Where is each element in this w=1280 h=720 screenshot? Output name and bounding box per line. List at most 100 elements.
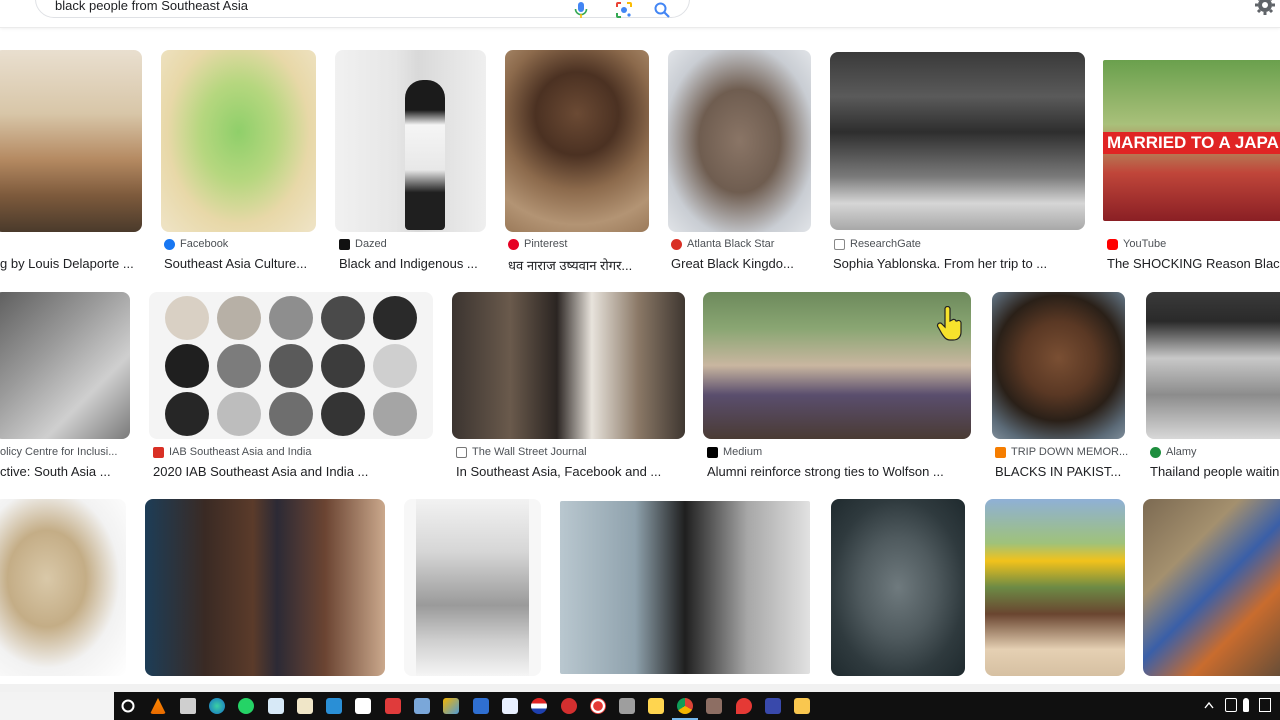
flag-icon[interactable] [531, 698, 547, 714]
result-title[interactable]: धव नाराज उष्यवान रोगर... [508, 256, 653, 274]
result-source[interactable]: Atlanta Black Star [671, 238, 774, 250]
result-title[interactable]: In Southeast Asia, Facebook and ... [456, 464, 686, 479]
hand-cursor-icon [936, 306, 962, 341]
image-result-thumbnail[interactable] [0, 50, 142, 232]
facebook-icon [164, 238, 175, 250]
result-source[interactable]: Facebook [164, 238, 228, 250]
remote-desktop-icon[interactable] [473, 698, 489, 714]
headshot-grid [165, 294, 421, 439]
image-result-thumbnail[interactable]: MARRIED TO A JAPANESE [1103, 60, 1280, 221]
result-title[interactable]: Southeast Asia Culture... [164, 256, 319, 271]
whatsapp-icon[interactable] [238, 698, 254, 714]
result-source[interactable]: Dazed [339, 238, 387, 250]
image-result-thumbnail[interactable] [1146, 292, 1280, 439]
result-title[interactable]: ctive: South Asia ... [0, 464, 125, 479]
record-icon[interactable] [561, 698, 577, 714]
result-source[interactable]: TRIP DOWN MEMOR... [995, 446, 1128, 458]
result-source[interactable]: ResearchGate [834, 238, 921, 250]
image-result-thumbnail[interactable] [668, 50, 811, 232]
result-source[interactable]: YouTube [1107, 238, 1166, 250]
image-result-thumbnail[interactable] [985, 499, 1125, 676]
app-icon[interactable] [736, 698, 752, 714]
image-result-thumbnail[interactable] [404, 499, 541, 676]
image-result-thumbnail[interactable] [831, 499, 965, 676]
image-result-thumbnail[interactable] [0, 499, 126, 676]
portrait-image [560, 501, 810, 674]
portrait-image [145, 499, 385, 676]
result-title[interactable]: Thailand people waitin [1150, 464, 1280, 479]
file-icon[interactable] [355, 698, 371, 714]
result-title[interactable]: Sophia Yablonska. From her trip to ... [833, 256, 1073, 271]
taskbar-search-box[interactable] [0, 692, 114, 720]
image-result-thumbnail[interactable] [703, 292, 971, 439]
image-result-thumbnail[interactable] [0, 292, 130, 439]
image-result-thumbnail[interactable] [452, 292, 685, 439]
image-result-thumbnail[interactable] [505, 50, 649, 232]
sticky-notes-icon[interactable] [648, 698, 664, 714]
result-source[interactable]: Alamy [1150, 446, 1197, 458]
camera-icon[interactable] [414, 698, 430, 714]
dazed-icon [339, 238, 350, 250]
image-result-thumbnail[interactable] [161, 50, 316, 232]
app-icon[interactable] [326, 698, 342, 714]
result-source[interactable]: olicy Centre for Inclusi... [0, 446, 117, 458]
google-lens-icon[interactable] [615, 1, 633, 19]
search-query-text[interactable]: black people from Southeast Asia [55, 0, 248, 13]
battery-icon[interactable] [1225, 698, 1237, 712]
bw-photo-image [0, 292, 130, 439]
microphone-icon[interactable] [572, 1, 590, 19]
image-result-thumbnail[interactable] [335, 50, 486, 232]
alamy-icon [1150, 446, 1161, 458]
statue-image [668, 50, 811, 232]
iab-icon [153, 446, 164, 458]
app-icon[interactable] [706, 698, 722, 714]
app-icon[interactable] [765, 698, 781, 714]
group-photo-image [830, 52, 1085, 230]
cortana-icon[interactable] [121, 699, 135, 713]
street-photo-image [452, 292, 685, 439]
result-title[interactable]: g by Louis Delaporte ... [0, 256, 135, 271]
search-icon[interactable] [653, 1, 671, 19]
gear-icon[interactable] [1254, 0, 1276, 16]
edge-icon[interactable] [209, 698, 225, 714]
atlanta-black-star-icon [671, 238, 682, 250]
result-title[interactable]: Great Black Kingdo... [671, 256, 811, 271]
image-result-thumbnail[interactable] [145, 499, 385, 676]
pinterest-icon [508, 238, 519, 250]
media-icon[interactable] [385, 698, 401, 714]
village-photo-image [1143, 499, 1280, 676]
result-title[interactable]: Black and Indigenous ... [339, 256, 489, 271]
microphone-icon[interactable] [1243, 698, 1249, 712]
image-result-thumbnail[interactable] [149, 292, 433, 439]
image-result-thumbnail[interactable] [830, 52, 1085, 230]
result-title[interactable]: Alumni reinforce strong ties to Wolfson … [707, 464, 972, 479]
vlc-icon[interactable] [150, 698, 166, 714]
result-source[interactable]: Medium [707, 446, 762, 458]
researchgate-icon [834, 238, 845, 250]
image-result-thumbnail[interactable] [992, 292, 1125, 439]
google-images-results-page: black people from Southeast Asia g by Lo… [0, 0, 1280, 720]
result-title[interactable]: BLACKS IN PAKIST... [995, 464, 1125, 479]
chevron-up-icon[interactable] [1204, 701, 1214, 709]
chrome-icon[interactable] [677, 698, 693, 714]
task-view-icon[interactable] [180, 698, 196, 714]
search-input[interactable]: black people from Southeast Asia [35, 0, 690, 18]
image-result-thumbnail[interactable] [560, 501, 810, 674]
map-image [161, 50, 316, 232]
result-source[interactable]: The Wall Street Journal [456, 446, 587, 458]
image-result-thumbnail[interactable] [1143, 499, 1280, 676]
file-explorer-icon[interactable] [794, 698, 810, 714]
result-title[interactable]: 2020 IAB Southeast Asia and India ... [153, 464, 433, 479]
app-icon[interactable] [619, 698, 635, 714]
network-icon[interactable] [1259, 698, 1271, 712]
result-title[interactable]: The SHOCKING Reason Black [1107, 256, 1280, 271]
paint-icon[interactable] [443, 698, 459, 714]
horizontal-scrollbar[interactable] [0, 684, 1280, 692]
word-icon[interactable] [297, 698, 313, 714]
blogger-icon [995, 446, 1006, 458]
app-icon[interactable] [502, 698, 518, 714]
screen-recorder-icon[interactable] [590, 698, 606, 714]
notepad-icon[interactable] [268, 698, 284, 714]
result-source[interactable]: IAB Southeast Asia and India [153, 446, 312, 458]
result-source[interactable]: Pinterest [508, 238, 567, 250]
